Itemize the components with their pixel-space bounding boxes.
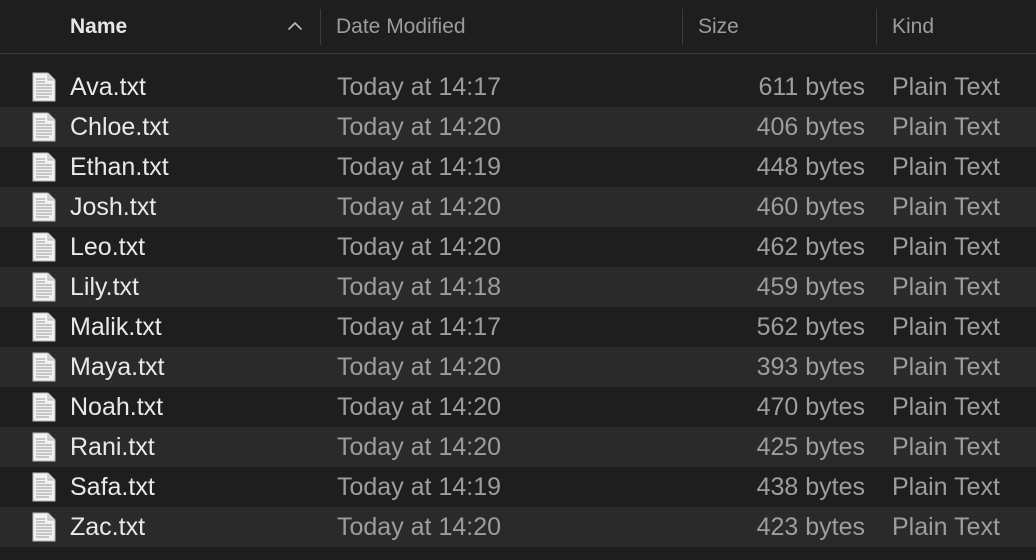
chevron-up-icon[interactable] — [286, 17, 304, 35]
file-name: Zac.txt — [70, 513, 146, 541]
file-name: Malik.txt — [70, 313, 162, 341]
file-kind: Plain Text — [892, 193, 1000, 221]
file-size: 423 bytes — [756, 513, 865, 541]
text-document-icon — [32, 192, 56, 222]
file-name: Ethan.txt — [70, 153, 169, 181]
file-name: Rani.txt — [70, 433, 155, 461]
file-row[interactable]: Leo.txt Today at 14:20 462 bytes Plain T… — [0, 227, 1036, 267]
file-date-modified: Today at 14:17 — [337, 313, 502, 341]
text-document-icon — [32, 272, 56, 302]
file-date-modified: Today at 14:17 — [337, 73, 502, 101]
file-kind: Plain Text — [892, 233, 1000, 261]
file-size: 425 bytes — [756, 433, 865, 461]
file-date-modified: Today at 14:20 — [337, 193, 502, 221]
text-document-icon — [32, 152, 56, 182]
file-size: 611 bytes — [758, 73, 865, 101]
file-kind: Plain Text — [892, 393, 1000, 421]
file-kind: Plain Text — [892, 313, 1000, 341]
file-kind: Plain Text — [892, 513, 1000, 541]
file-row[interactable]: Chloe.txt Today at 14:20 406 bytes Plain… — [0, 107, 1036, 147]
file-size: 438 bytes — [756, 473, 865, 501]
column-header-kind[interactable]: Kind — [892, 0, 1032, 53]
file-kind: Plain Text — [892, 353, 1000, 381]
text-document-icon — [32, 472, 56, 502]
text-document-icon — [32, 312, 56, 342]
file-name: Lily.txt — [70, 273, 139, 301]
file-name: Safa.txt — [70, 473, 155, 501]
file-date-modified: Today at 14:20 — [337, 433, 502, 461]
finder-list-view: Name Date Modified Size Kind Ava.txt Tod — [0, 0, 1036, 560]
file-row[interactable]: Ethan.txt Today at 14:19 448 bytes Plain… — [0, 147, 1036, 187]
text-document-icon — [32, 72, 56, 102]
file-kind: Plain Text — [892, 473, 1000, 501]
column-divider[interactable] — [320, 9, 321, 45]
file-row[interactable]: Ava.txt Today at 14:17 611 bytes Plain T… — [0, 67, 1036, 107]
file-name: Josh.txt — [70, 193, 157, 221]
file-kind: Plain Text — [892, 153, 1000, 181]
column-header-size[interactable]: Size — [698, 0, 868, 53]
file-row[interactable]: Josh.txt Today at 14:20 460 bytes Plain … — [0, 187, 1036, 227]
file-name: Maya.txt — [70, 353, 165, 381]
file-row[interactable]: Lily.txt Today at 14:18 459 bytes Plain … — [0, 267, 1036, 307]
text-document-icon — [32, 232, 56, 262]
file-row[interactable]: Noah.txt Today at 14:20 470 bytes Plain … — [0, 387, 1036, 427]
file-size: 462 bytes — [756, 233, 865, 261]
column-divider[interactable] — [682, 9, 683, 45]
text-document-icon — [32, 432, 56, 462]
text-document-icon — [32, 352, 56, 382]
file-name: Noah.txt — [70, 393, 164, 421]
file-row[interactable]: Malik.txt Today at 14:17 562 bytes Plain… — [0, 307, 1036, 347]
file-date-modified: Today at 14:19 — [337, 473, 502, 501]
file-row[interactable]: Zac.txt Today at 14:20 423 bytes Plain T… — [0, 507, 1036, 547]
file-size: 406 bytes — [756, 113, 865, 141]
file-kind: Plain Text — [892, 73, 1000, 101]
file-size: 460 bytes — [756, 193, 865, 221]
file-row[interactable]: Safa.txt Today at 14:19 438 bytes Plain … — [0, 467, 1036, 507]
file-list: Ava.txt Today at 14:17 611 bytes Plain T… — [0, 67, 1036, 547]
file-row[interactable]: Rani.txt Today at 14:20 425 bytes Plain … — [0, 427, 1036, 467]
column-header-name[interactable]: Name — [70, 0, 320, 53]
file-size: 393 bytes — [756, 353, 865, 381]
file-size: 448 bytes — [756, 153, 865, 181]
file-date-modified: Today at 14:19 — [337, 153, 502, 181]
file-date-modified: Today at 14:20 — [337, 513, 502, 541]
column-header-bar: Name Date Modified Size Kind — [0, 0, 1036, 54]
text-document-icon — [32, 512, 56, 542]
file-name: Ava.txt — [70, 73, 146, 101]
file-kind: Plain Text — [892, 433, 1000, 461]
file-row[interactable]: Maya.txt Today at 14:20 393 bytes Plain … — [0, 347, 1036, 387]
file-size: 459 bytes — [756, 273, 865, 301]
column-divider[interactable] — [876, 9, 877, 45]
file-date-modified: Today at 14:20 — [337, 233, 502, 261]
file-date-modified: Today at 14:20 — [337, 113, 502, 141]
file-date-modified: Today at 14:20 — [337, 353, 502, 381]
file-kind: Plain Text — [892, 273, 1000, 301]
text-document-icon — [32, 392, 56, 422]
file-date-modified: Today at 14:18 — [337, 273, 502, 301]
file-name: Leo.txt — [70, 233, 146, 261]
file-size: 562 bytes — [756, 313, 865, 341]
file-size: 470 bytes — [756, 393, 865, 421]
text-document-icon — [32, 112, 56, 142]
file-name: Chloe.txt — [70, 113, 169, 141]
column-header-date-modified[interactable]: Date Modified — [336, 0, 676, 53]
file-date-modified: Today at 14:20 — [337, 393, 502, 421]
file-kind: Plain Text — [892, 113, 1000, 141]
